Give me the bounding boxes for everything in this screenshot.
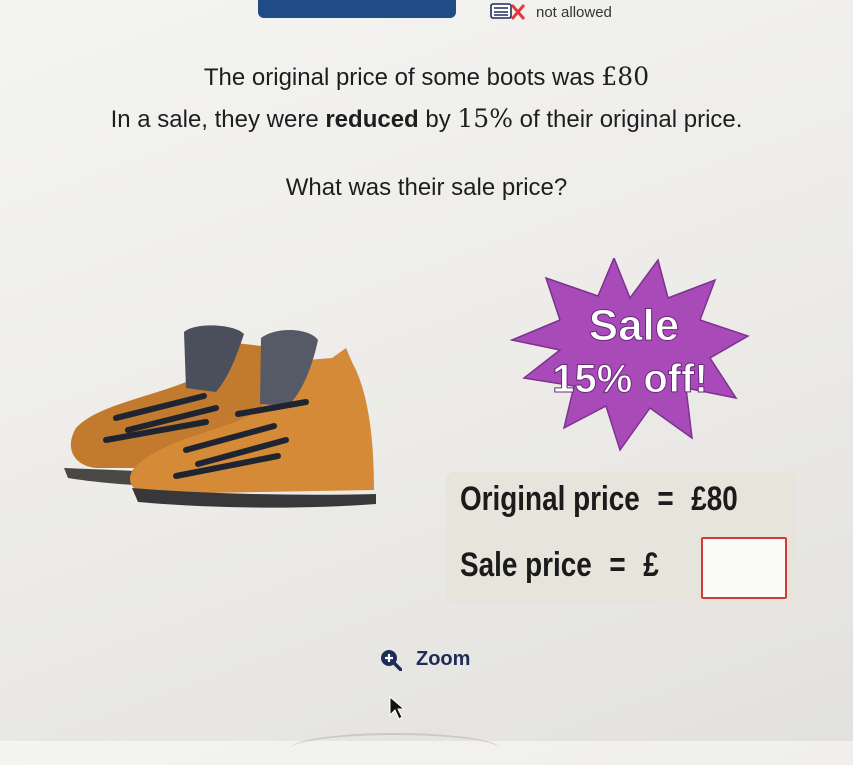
bottom-edge-arc xyxy=(290,733,500,765)
question-text: by xyxy=(418,106,458,133)
original-price-amount: £80 xyxy=(691,480,738,518)
original-price-row: Original price = £80 xyxy=(460,480,738,519)
equals-sign: = xyxy=(657,480,674,518)
question-prompt: What was their sale price? xyxy=(285,174,568,201)
equals-sign: = xyxy=(609,546,626,584)
question-text: In a sale, they were xyxy=(110,106,326,133)
question-text: of their original price. xyxy=(512,106,743,133)
currency-symbol: £ xyxy=(643,546,659,584)
badge-line-2: 15% off! xyxy=(552,357,708,401)
calculator-not-allowed-icon xyxy=(490,3,526,20)
zoom-in-icon xyxy=(381,649,402,671)
mouse-cursor-icon xyxy=(389,695,406,720)
sale-price-row: Sale price = £ xyxy=(460,546,659,585)
percent-value: 15% xyxy=(457,104,513,133)
zoom-button[interactable]: Zoom xyxy=(380,648,470,671)
sale-badge: Sale 15% off! xyxy=(510,258,750,452)
question-line-2: In a sale, they were reduced by 15% of t… xyxy=(0,104,853,134)
calculator-status: not allowed xyxy=(490,2,612,22)
top-tab[interactable] xyxy=(258,0,456,18)
badge-line-1: Sale xyxy=(589,301,680,350)
zoom-label: Zoom xyxy=(416,648,471,670)
original-price-value: £80 xyxy=(601,62,650,91)
calculator-status-label: not allowed xyxy=(536,3,612,21)
question-emphasis: reduced xyxy=(325,106,419,133)
question-line-1: The original price of some boots was £80 xyxy=(0,62,853,92)
original-price-label: Original price xyxy=(460,480,640,518)
boots-image xyxy=(64,325,376,508)
sale-price-label: Sale price xyxy=(460,546,592,584)
sale-price-answer-input[interactable] xyxy=(701,537,787,599)
price-panel: Original price = £80 Sale price = £ xyxy=(446,472,796,604)
question-text: The original price of some boots was xyxy=(203,64,602,91)
